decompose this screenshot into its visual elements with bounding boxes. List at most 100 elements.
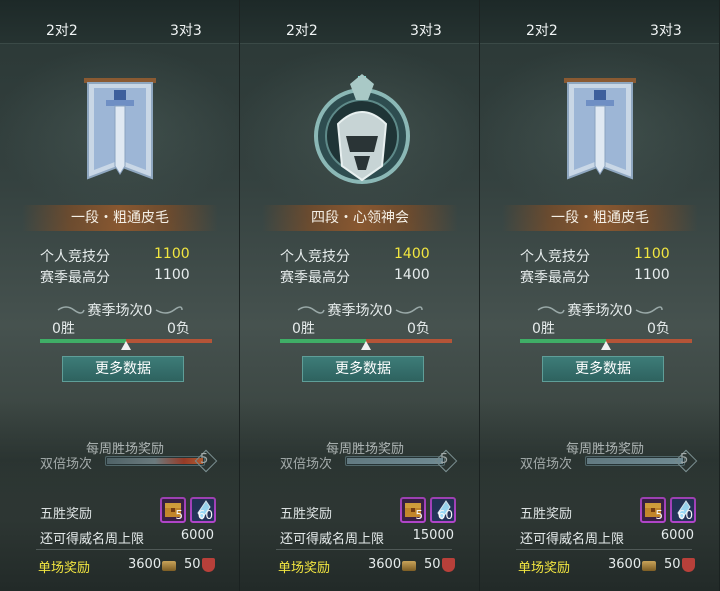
tab-2v2[interactable]: 2对2 [526,20,558,40]
more-data-button[interactable]: 更多数据 [302,356,424,382]
five-win-reward-label: 五胜奖励 [520,507,573,522]
win-bar [40,339,126,343]
personal-score-value: 1400 [394,246,430,262]
personal-score-value: 1100 [634,246,670,262]
crystal-shard-icon[interactable]: 60 [190,497,216,523]
arena-panel-2: 2对2 3对3 四段・心领神会 个人竞技分 1400 赛季最高分 1400 赛季… [240,0,480,591]
single-honor-value: 50 [664,557,681,572]
treasure-chest-icon[interactable]: 5 [400,497,426,523]
mode-tabs: 2对2 3对3 [0,0,239,44]
double-matches-label: 双倍场次 [520,457,573,472]
blue-sword-banner-icon [550,66,650,196]
rank-title: 一段・粗通皮毛 [22,205,218,231]
single-match-reward-label: 单场奖励 [518,561,571,576]
swirl-ornament-icon [395,306,423,314]
win-bar [520,339,606,343]
honor-shield-icon [202,558,215,572]
losses-count: 0负 [167,321,190,337]
personal-score-value: 1100 [154,246,190,262]
win-loss-ratio-bar [520,339,692,350]
loss-bar [366,339,452,343]
wins-count: 0胜 [52,321,75,337]
losses-count: 0负 [407,321,430,337]
ratio-marker-icon [601,341,611,350]
win-bar [280,339,366,343]
double-matches-label: 双倍场次 [280,457,333,472]
single-coin-value: 3600 [128,557,162,572]
crystal-quantity: 60 [437,508,453,522]
reputation-cap-label: 还可得威名周上限 [280,532,385,547]
more-data-button[interactable]: 更多数据 [542,356,664,382]
reputation-cap-value: 6000 [660,528,694,543]
single-coin-value: 3600 [608,557,642,572]
season-high-label: 赛季最高分 [40,270,110,286]
ratio-marker-icon [361,341,371,350]
double-matches-bar [345,456,445,466]
rank-title: 四段・心领神会 [262,205,458,231]
five-win-reward-label: 五胜奖励 [280,507,333,522]
rank-title: 一段・粗通皮毛 [502,205,698,231]
chest-quantity: 5 [655,508,663,522]
crystal-quantity: 60 [677,508,693,522]
wins-count: 0胜 [292,321,315,337]
wins-count: 0胜 [532,321,555,337]
reputation-cap-value: 15000 [412,528,454,543]
season-high-value: 1100 [154,267,190,283]
single-match-reward-label: 单场奖励 [278,561,331,576]
five-win-reward-label: 五胜奖励 [40,507,93,522]
tab-2v2[interactable]: 2对2 [46,20,78,40]
crystal-shard-icon[interactable]: 60 [430,497,456,523]
divider [516,549,692,550]
coin-icon [642,561,656,571]
arena-panel-1: 2对2 3对3 一段・粗通皮毛 个人竞技分 1100 赛季最高分 1100 赛季… [0,0,240,591]
win-loss-ratio-bar [40,339,212,350]
reputation-cap-value: 6000 [180,528,214,543]
double-matches-count: 5 [440,452,449,467]
double-matches-count: 5 [680,452,689,467]
tab-2v2[interactable]: 2对2 [286,20,318,40]
loss-bar [126,339,212,343]
mode-tabs: 2对2 3对3 [240,0,479,44]
single-coin-value: 3600 [368,557,402,572]
double-matches-label: 双倍场次 [40,457,93,472]
double-matches-fill [347,458,443,464]
honor-shield-icon [682,558,695,572]
double-matches-bar [105,456,205,466]
ratio-marker-icon [121,341,131,350]
tab-3v3[interactable]: 3对3 [410,20,442,40]
swirl-ornament-icon [155,306,183,314]
treasure-chest-icon[interactable]: 5 [160,497,186,523]
season-matches: 赛季场次0 [87,303,153,319]
personal-score-label: 个人竞技分 [520,249,590,265]
mode-tabs: 2对2 3对3 [480,0,719,44]
double-matches-count: 5 [200,452,209,467]
single-honor-value: 50 [184,557,201,572]
season-high-label: 赛季最高分 [280,270,350,286]
coin-icon [402,561,416,571]
personal-score-label: 个人竞技分 [280,249,350,265]
more-data-button[interactable]: 更多数据 [62,356,184,382]
tab-3v3[interactable]: 3对3 [170,20,202,40]
losses-count: 0负 [647,321,670,337]
single-honor-value: 50 [424,557,441,572]
crystal-quantity: 60 [197,508,213,522]
crystal-shard-icon[interactable]: 60 [670,497,696,523]
double-matches-bar [585,456,685,466]
win-loss-ratio-bar [280,339,452,350]
reputation-cap-label: 还可得威名周上限 [40,532,145,547]
arena-panels: 2对2 3对3 一段・粗通皮毛 个人竞技分 1100 赛季最高分 1100 赛季… [0,0,720,591]
honor-shield-icon [442,558,455,572]
single-match-reward-label: 单场奖励 [38,561,91,576]
divider [36,549,212,550]
double-matches-fill [107,458,203,464]
coin-icon [162,561,176,571]
arena-panel-3: 2对2 3对3 一段・粗通皮毛 个人竞技分 1100 赛季最高分 1100 赛季… [480,0,720,591]
divider [276,549,452,550]
season-high-value: 1100 [634,267,670,283]
season-matches: 赛季场次0 [567,303,633,319]
treasure-chest-icon[interactable]: 5 [640,497,666,523]
blue-sword-banner-icon [70,66,170,196]
tab-3v3[interactable]: 3对3 [650,20,682,40]
season-high-label: 赛季最高分 [520,270,590,286]
season-matches: 赛季场次0 [327,303,393,319]
